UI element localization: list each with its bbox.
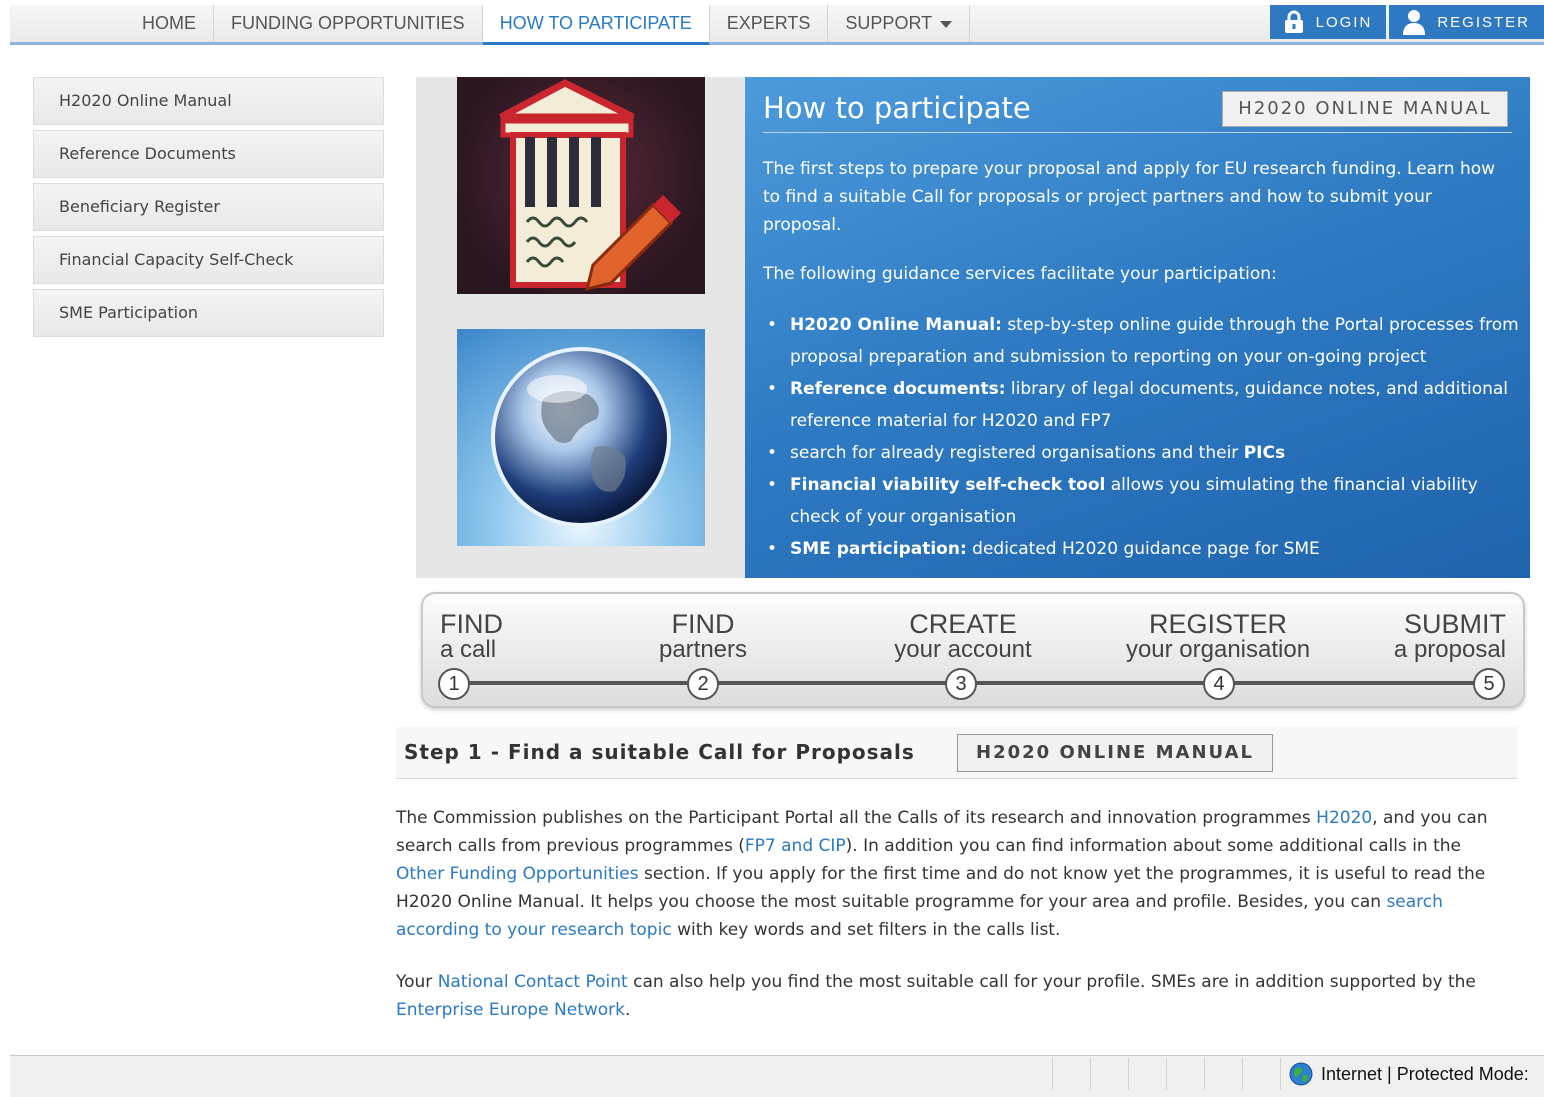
step-subheading: your organisation <box>1125 636 1311 663</box>
step-subheading: your account <box>894 636 1032 663</box>
sidebar-item-reference-documents[interactable]: Reference Documents <box>33 130 384 178</box>
status-divider <box>1242 1058 1243 1090</box>
login-label: LOGIN <box>1315 13 1373 31</box>
list-item: H2020 Online Manual: step-by-step online… <box>767 309 1532 373</box>
proposal-illustration <box>457 77 705 294</box>
sidebar: H2020 Online Manual Reference Documents … <box>33 77 384 342</box>
link-national-contact-point[interactable]: National Contact Point <box>438 972 628 992</box>
step-number-3[interactable]: 3 <box>945 668 977 700</box>
status-divider <box>1128 1058 1129 1090</box>
link-enterprise-europe-network[interactable]: Enterprise Europe Network <box>396 1000 625 1020</box>
bullet-bold[interactable]: PICs <box>1244 443 1285 463</box>
globe-icon <box>1289 1062 1313 1086</box>
step-heading: REGISTER <box>1148 609 1288 639</box>
step-subheading: a call <box>440 636 497 663</box>
step-number-5[interactable]: 5 <box>1473 668 1505 700</box>
link-h2020[interactable]: H2020 <box>1316 808 1372 828</box>
browser-status-bar: Internet | Protected Mode: <box>10 1055 1544 1097</box>
nav-support[interactable]: SUPPORT <box>828 5 971 42</box>
security-zone-label: Internet | Protected Mode: <box>1321 1063 1529 1084</box>
user-icon <box>1403 10 1426 35</box>
step1-paragraph-2: Your National Contact Point can also hel… <box>396 968 1506 1024</box>
lock-icon <box>1284 10 1303 33</box>
list-item: Financial viability self-check tool allo… <box>767 469 1532 533</box>
step1-title: Step 1 - Find a suitable Call for Propos… <box>404 740 915 764</box>
step-create-account[interactable]: CREATE your account <box>863 610 1063 662</box>
step-number-2[interactable]: 2 <box>687 668 719 700</box>
list-item: SME participation: dedicated H2020 guida… <box>767 533 1532 565</box>
bullet-text: dedicated H2020 guidance page for SME <box>966 539 1320 559</box>
step1-header: Step 1 - Find a suitable Call for Propos… <box>396 727 1517 779</box>
login-button[interactable]: LOGIN <box>1269 5 1387 39</box>
sidebar-item-beneficiary-register[interactable]: Beneficiary Register <box>33 183 384 231</box>
step-number-4[interactable]: 4 <box>1203 668 1235 700</box>
bullet-text: search for already registered organisati… <box>790 443 1244 463</box>
register-label: REGISTER <box>1437 13 1530 31</box>
sidebar-item-sme-participation[interactable]: SME Participation <box>33 289 384 337</box>
nav-experts[interactable]: EXPERTS <box>710 5 829 42</box>
step-number-1[interactable]: 1 <box>438 668 470 700</box>
nav-support-label: SUPPORT <box>845 13 933 33</box>
participation-steps: FIND a call 1 FIND partners 2 CREATE you… <box>421 592 1525 708</box>
online-manual-button[interactable]: H2020 ONLINE MANUAL <box>1222 91 1508 127</box>
step-submit-proposal[interactable]: SUBMIT a proposal <box>1394 610 1506 662</box>
nav-funding-opportunities[interactable]: FUNDING OPPORTUNITIES <box>214 5 483 42</box>
nav-home[interactable]: HOME <box>125 5 214 42</box>
nav-how-to-participate[interactable]: HOW TO PARTICIPATE <box>482 5 710 45</box>
link-other-funding[interactable]: Other Funding Opportunities <box>396 864 639 884</box>
title-divider <box>763 132 1512 133</box>
top-navigation: HOME FUNDING OPPORTUNITIES HOW TO PARTIC… <box>10 5 1544 45</box>
page-title: How to participate <box>763 91 1031 125</box>
register-button[interactable]: REGISTER <box>1389 5 1544 39</box>
step-heading: CREATE <box>909 609 1017 639</box>
link-fp7-cip[interactable]: FP7 and CIP <box>745 836 846 856</box>
step-heading: FIND <box>440 609 503 639</box>
hero-lead: The following guidance services facilita… <box>763 264 1277 284</box>
text-run: can also help you find the most suitable… <box>627 972 1476 992</box>
step-find-call[interactable]: FIND a call <box>440 610 503 662</box>
step-register-organisation[interactable]: REGISTER your organisation <box>1103 610 1333 662</box>
globe-illustration <box>457 329 705 546</box>
text-run: The Commission publishes on the Particip… <box>396 808 1317 828</box>
step1-online-manual-button[interactable]: H2020 ONLINE MANUAL <box>957 734 1273 772</box>
list-item: Reference documents: library of legal do… <box>767 373 1532 437</box>
guidance-list: H2020 Online Manual: step-by-step online… <box>767 309 1532 565</box>
auth-buttons: LOGIN REGISTER <box>1267 5 1544 39</box>
text-run: ). In addition you can find information … <box>845 836 1461 856</box>
status-divider <box>1166 1058 1167 1090</box>
step1-paragraph-1: The Commission publishes on the Particip… <box>396 804 1506 944</box>
main-menu: HOME FUNDING OPPORTUNITIES HOW TO PARTIC… <box>125 5 971 45</box>
text-run: with key words and set filters in the ca… <box>671 920 1061 940</box>
security-zone[interactable]: Internet | Protected Mode: <box>1289 1062 1529 1086</box>
step-subheading: partners <box>658 636 748 663</box>
status-divider <box>1090 1058 1091 1090</box>
chevron-down-icon <box>940 20 953 28</box>
sidebar-item-financial-capacity[interactable]: Financial Capacity Self-Check <box>33 236 384 284</box>
text-run: . <box>625 1000 631 1020</box>
step-heading: SUBMIT <box>1403 609 1506 639</box>
step-heading: FIND <box>671 609 735 639</box>
sidebar-item-online-manual[interactable]: H2020 Online Manual <box>33 77 384 125</box>
bullet-bold[interactable]: SME participation: <box>790 539 967 559</box>
bullet-bold[interactable]: Reference documents: <box>790 379 1006 399</box>
bullet-bold[interactable]: Financial viability self-check tool <box>790 475 1105 495</box>
bullet-bold[interactable]: H2020 Online Manual: <box>790 315 1002 335</box>
text-run: Your <box>396 972 438 992</box>
hero-panel: How to participate H2020 ONLINE MANUAL T… <box>745 77 1530 578</box>
hero-images <box>416 77 746 578</box>
step-subheading: a proposal <box>1393 636 1506 663</box>
hero-intro: The first steps to prepare your proposal… <box>763 159 1496 235</box>
list-item: search for already registered organisati… <box>767 437 1532 469</box>
status-divider <box>1052 1058 1053 1090</box>
status-divider <box>1280 1058 1281 1090</box>
status-divider <box>1204 1058 1205 1090</box>
step-find-partners[interactable]: FIND partners <box>653 610 753 662</box>
